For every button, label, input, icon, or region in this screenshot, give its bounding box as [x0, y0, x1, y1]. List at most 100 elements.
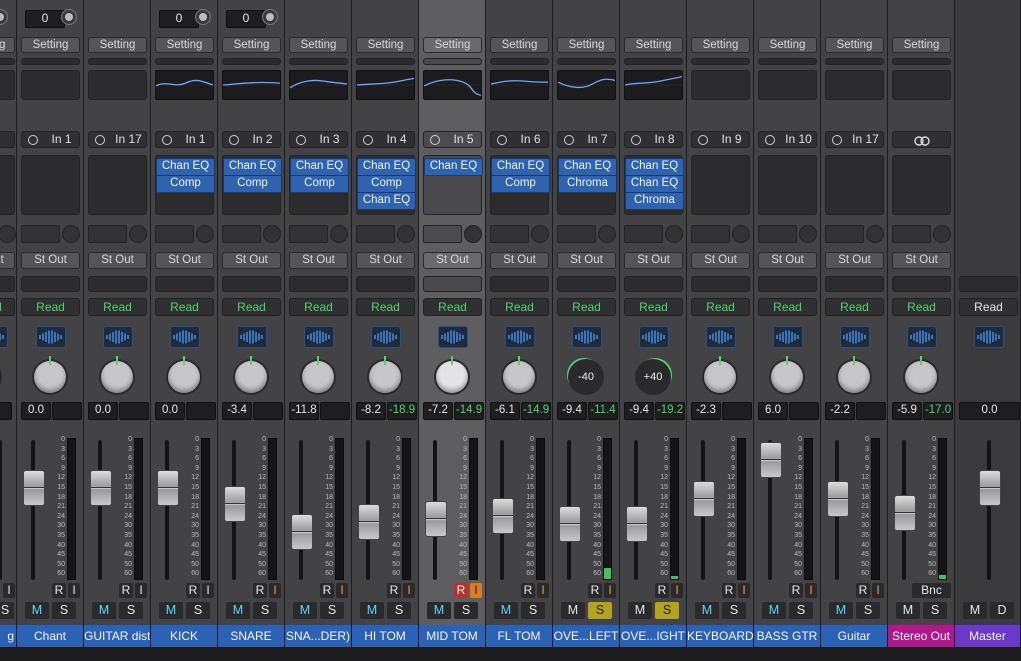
output-button[interactable]: St Out — [222, 252, 281, 269]
automation-mode-button[interactable]: Read — [557, 298, 616, 316]
input-monitor-button[interactable]: I — [135, 583, 147, 598]
input-slot[interactable]: In 5 — [423, 131, 482, 148]
mute-button[interactable]: M — [293, 602, 317, 619]
automation-mode-button[interactable]: Read — [0, 298, 15, 316]
setting-button[interactable]: Setting — [758, 37, 817, 53]
eq-thumbnail[interactable] — [289, 70, 348, 100]
mute-button[interactable]: M — [226, 602, 250, 619]
setting-button[interactable]: Setting — [691, 37, 750, 53]
automation-mode-button[interactable]: Read — [624, 298, 683, 316]
solo-button[interactable]: S — [52, 602, 76, 619]
input-monitor-button[interactable]: I — [738, 583, 750, 598]
peak-value[interactable]: -14.9 — [521, 402, 551, 420]
input-slot[interactable]: In 2 — [222, 131, 281, 148]
plugin-slot[interactable]: Comp — [156, 175, 215, 193]
volume-fader[interactable] — [693, 480, 715, 517]
output-button[interactable]: St Out — [825, 252, 884, 269]
gain-value[interactable]: 0 — [159, 10, 199, 28]
send-knob-icon[interactable] — [866, 225, 884, 243]
setting-button[interactable]: Setting — [0, 37, 15, 53]
automation-mode-button[interactable]: Read — [825, 298, 884, 316]
peak-value[interactable] — [722, 402, 752, 420]
group-slot[interactable] — [557, 276, 616, 292]
volume-fader[interactable] — [626, 506, 648, 542]
peak-value[interactable]: -11.4 — [588, 402, 618, 420]
waveform-icon[interactable] — [36, 326, 66, 348]
send-slot[interactable] — [222, 225, 261, 243]
volume-value[interactable]: 0.0 — [959, 402, 1020, 420]
send-knob-icon[interactable] — [464, 225, 482, 243]
input-slot[interactable]: In 1 — [155, 131, 214, 148]
output-button[interactable]: St Out — [892, 252, 951, 269]
waveform-icon[interactable] — [237, 326, 267, 348]
pan-knob[interactable] — [436, 356, 468, 393]
input-monitor-button[interactable]: I — [805, 583, 817, 598]
waveform-icon[interactable] — [572, 326, 602, 348]
track-name[interactable]: HI TOM — [352, 625, 418, 647]
mute-button[interactable]: M — [695, 602, 719, 619]
track-name[interactable]: OVE...LEFT — [553, 625, 619, 647]
pan-knob[interactable] — [302, 356, 334, 393]
setting-button[interactable]: Setting — [624, 37, 683, 53]
input-monitor-button[interactable]: I — [202, 583, 214, 598]
track-name[interactable]: Stereo Out — [888, 625, 954, 647]
input-monitor-button[interactable]: I — [3, 583, 15, 598]
send-slot[interactable] — [423, 225, 462, 243]
output-button[interactable]: St Out — [758, 252, 817, 269]
group-slot[interactable] — [624, 276, 683, 292]
eq-thumbnail-empty[interactable] — [21, 70, 80, 100]
plugin-area[interactable] — [21, 155, 80, 215]
setting-button[interactable]: Setting — [557, 37, 616, 53]
group-slot[interactable] — [959, 276, 1018, 292]
solo-button[interactable]: S — [387, 602, 411, 619]
peak-value[interactable]: -18.9 — [387, 402, 417, 420]
track-name[interactable]: Master — [955, 625, 1020, 647]
input-monitor-button[interactable]: I — [872, 583, 884, 598]
solo-button[interactable]: S — [923, 602, 947, 619]
automation-mode-button[interactable]: Read — [88, 298, 147, 316]
solo-button[interactable]: S — [320, 602, 344, 619]
plugin-area[interactable] — [691, 155, 750, 215]
mute-button[interactable]: M — [561, 602, 585, 619]
peak-value[interactable] — [320, 402, 350, 420]
automation-mode-button[interactable]: Read — [222, 298, 281, 316]
plugin-slot[interactable]: Chan EQ — [357, 158, 416, 176]
input-slot[interactable]: In 6 — [490, 131, 549, 148]
solo-button[interactable]: S — [722, 602, 746, 619]
bounce-button[interactable]: Bnc — [912, 583, 951, 598]
peak-value[interactable]: -14.9 — [454, 402, 484, 420]
input-slot[interactable]: In 1 — [21, 131, 80, 148]
mute-button[interactable]: M — [494, 602, 518, 619]
volume-value[interactable]: -9.4 — [557, 402, 587, 420]
pan-knob[interactable] — [503, 356, 535, 393]
solo-button[interactable]: S — [119, 602, 143, 619]
gain-knob-icon[interactable] — [62, 10, 76, 24]
peak-value[interactable] — [119, 402, 149, 420]
track-name[interactable]: FL TOM — [486, 625, 552, 647]
pan-knob[interactable] — [771, 356, 803, 393]
eq-thumbnail-empty[interactable] — [892, 70, 951, 100]
plugin-area[interactable] — [88, 155, 147, 215]
plugin-slot[interactable]: Chan EQ — [558, 158, 617, 176]
record-enable-button[interactable]: R — [253, 583, 267, 598]
send-knob-icon[interactable] — [129, 225, 147, 243]
output-button[interactable]: St Out — [423, 252, 482, 269]
send-slot[interactable] — [356, 225, 395, 243]
setting-button[interactable]: Setting — [222, 37, 281, 53]
send-knob-icon[interactable] — [933, 225, 951, 243]
waveform-icon[interactable] — [840, 326, 870, 348]
plugin-slot[interactable]: Chan EQ — [625, 175, 684, 193]
record-enable-button[interactable]: R — [454, 583, 468, 598]
input-slot[interactable]: In 3 — [289, 131, 348, 148]
track-name[interactable]: Guitar — [821, 625, 887, 647]
plugin-slot[interactable]: Chan EQ — [357, 192, 416, 210]
waveform-icon[interactable] — [639, 326, 669, 348]
record-enable-button[interactable]: R — [387, 583, 401, 598]
waveform-icon[interactable] — [371, 326, 401, 348]
input-slot[interactable]: In 10 — [758, 131, 817, 148]
output-button[interactable]: St Out — [88, 252, 147, 269]
volume-fader[interactable] — [224, 485, 246, 522]
setting-button[interactable]: Setting — [423, 37, 482, 53]
send-slot[interactable] — [289, 225, 328, 243]
output-button[interactable]: St Out — [356, 252, 415, 269]
